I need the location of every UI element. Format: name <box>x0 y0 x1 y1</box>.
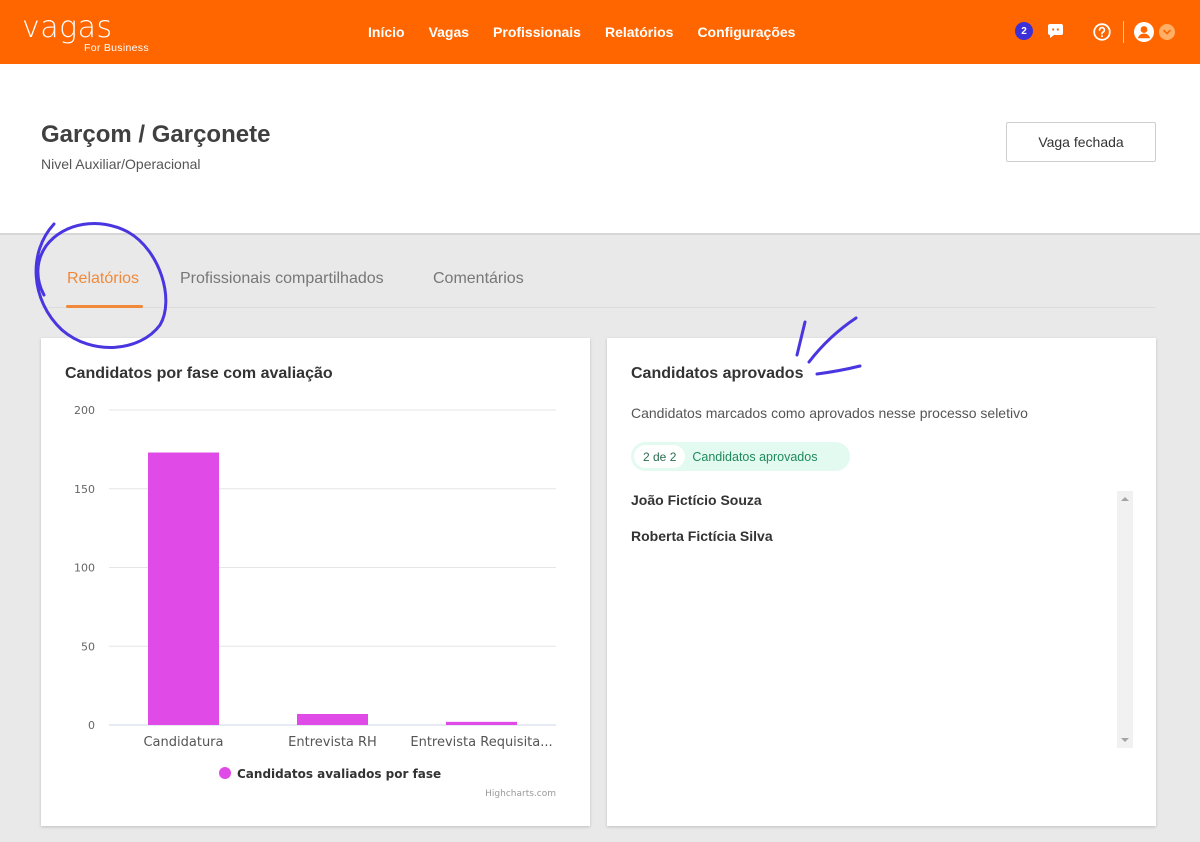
logo-wordmark: vagas <box>22 10 113 45</box>
scroll-up-icon[interactable] <box>1121 497 1129 501</box>
bar-chart: 0 50 100 150 200 Candidatura Entrevista RH Entr… <box>74 404 556 799</box>
approved-card-title: Candidatos aprovados <box>631 365 804 382</box>
job-level: Nivel Auxiliar/Operacional <box>41 156 201 172</box>
x-tick-label: Candidatura <box>143 735 223 750</box>
approved-count-pill: 2 de 2 Candidatos aprovados <box>631 442 850 471</box>
tab-profissionais-compartilhados[interactable]: Profissionais compartilhados <box>180 270 384 288</box>
tab-relatorios[interactable]: Relatórios <box>67 270 139 288</box>
approved-count: 2 de 2 <box>634 445 686 468</box>
logo-tagline: For Business <box>84 42 149 54</box>
y-tick-label: 50 <box>81 640 95 653</box>
chart-card: Candidatos por fase com avaliação 0 50 100… <box>41 338 590 826</box>
job-status-button[interactable]: Vaga fechada <box>1006 122 1156 162</box>
legend-marker <box>219 767 231 779</box>
approved-count-label: Candidatos aprovados <box>692 449 818 464</box>
help-icon[interactable] <box>1093 23 1111 41</box>
nav-inicio[interactable]: Início <box>368 24 405 40</box>
y-tick-label: 0 <box>88 719 95 732</box>
page-title: Garçom / Garçonete <box>41 121 271 148</box>
user-avatar-icon[interactable] <box>1133 21 1155 43</box>
vagas-logo[interactable]: vagas For Business <box>22 10 149 55</box>
approved-card-subtitle: Candidatos marcados como aprovados nesse… <box>631 405 1028 421</box>
top-bar: vagas For Business Início Vagas Profissi… <box>0 0 1200 64</box>
chevron-down-icon[interactable] <box>1159 24 1175 40</box>
job-header: Garçom / Garçonete Nivel Auxiliar/Operac… <box>0 64 1200 235</box>
y-tick-label: 150 <box>74 483 95 496</box>
approved-candidates-card: Candidatos aprovados Candidatos marcados… <box>607 338 1156 826</box>
chart-bar <box>446 721 517 725</box>
list-scrollbar[interactable] <box>1117 491 1133 748</box>
topbar-divider <box>1123 21 1124 43</box>
chart-credit: Highcharts.com <box>485 789 556 799</box>
x-tick-label: Entrevista RH <box>288 735 377 750</box>
nav-relatorios[interactable]: Relatórios <box>605 24 673 40</box>
x-tick-label: Entrevista Requisita... <box>410 735 552 750</box>
approved-candidates-list: João Fictício Souza Roberta Fictícia Sil… <box>631 490 1133 748</box>
scroll-down-icon[interactable] <box>1121 738 1129 742</box>
chart-bar <box>297 713 368 725</box>
active-tab-indicator <box>66 305 143 308</box>
notifications-badge[interactable]: 2 <box>1015 22 1033 40</box>
y-tick-label: 100 <box>74 562 95 575</box>
nav-vagas[interactable]: Vagas <box>429 24 469 40</box>
legend-label: Candidatos avaliados por fase <box>237 767 441 781</box>
list-item[interactable]: Roberta Fictícia Silva <box>631 528 773 544</box>
tab-comentarios[interactable]: Comentários <box>433 270 524 288</box>
nav-configuracoes[interactable]: Configurações <box>697 24 795 40</box>
main-nav: Início Vagas Profissionais Relatórios Co… <box>368 0 819 64</box>
list-item[interactable]: João Fictício Souza <box>631 492 762 508</box>
nav-profissionais[interactable]: Profissionais <box>493 24 581 40</box>
chart-bar <box>148 452 219 725</box>
chat-icon[interactable] <box>1047 23 1064 39</box>
tabs: Relatórios Profissionais compartilhados … <box>41 250 1156 308</box>
y-tick-label: 200 <box>74 404 95 417</box>
